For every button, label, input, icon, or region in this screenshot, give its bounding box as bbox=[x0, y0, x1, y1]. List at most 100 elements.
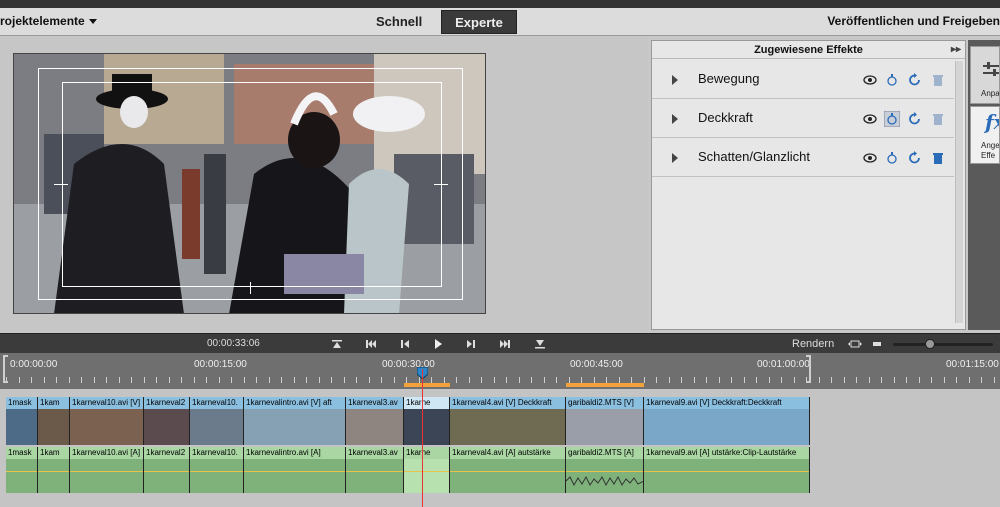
current-timecode[interactable]: 00:00:33:06 bbox=[207, 338, 260, 349]
timeline-zoom-slider[interactable] bbox=[893, 343, 993, 346]
applied-effects-label-line1: Ange bbox=[981, 141, 1000, 150]
previous-edit-icon[interactable] bbox=[364, 337, 378, 351]
eye-icon[interactable] bbox=[862, 111, 878, 127]
work-area-bar[interactable] bbox=[404, 383, 450, 387]
next-edit-icon[interactable] bbox=[498, 337, 512, 351]
effect-row-motion[interactable]: Bewegung bbox=[652, 60, 954, 99]
clip-effect-label[interactable]: autstärke bbox=[518, 448, 551, 457]
work-area-start-bracket[interactable] bbox=[3, 355, 8, 383]
video-clip[interactable]: 1karneval2 bbox=[144, 397, 190, 445]
ruler-tick bbox=[244, 377, 245, 383]
effect-row-shadow-highlight[interactable]: Schatten/Glanzlicht bbox=[652, 138, 954, 177]
audio-clip[interactable]: 1kam bbox=[38, 447, 70, 493]
ruler-tick bbox=[981, 377, 982, 383]
ruler-tick bbox=[319, 377, 320, 383]
delete-trash-icon[interactable] bbox=[930, 72, 946, 88]
eye-icon[interactable] bbox=[862, 150, 878, 166]
zoom-out-icon[interactable] bbox=[870, 337, 884, 351]
publish-share-menu[interactable]: Veröffentlichen und Freigeben bbox=[827, 14, 1000, 28]
audio-clip[interactable]: 1karneval3.av bbox=[346, 447, 404, 493]
ruler-tick bbox=[956, 377, 957, 383]
ruler-tick bbox=[181, 377, 182, 383]
video-clip-selected[interactable]: 1karne bbox=[404, 397, 450, 445]
clip-label: garibaldi2.MTS [V] bbox=[566, 397, 643, 409]
audio-clip[interactable]: 1karneval10.avi [A] bbox=[70, 447, 144, 493]
clip-effect-label[interactable]: Deckkraft bbox=[518, 398, 552, 407]
ruler-label: 00:01:00:00 bbox=[757, 359, 810, 370]
video-preview[interactable] bbox=[13, 53, 486, 314]
expand-triangle-icon[interactable] bbox=[672, 153, 678, 163]
keyframe-stopwatch-icon-active[interactable] bbox=[884, 111, 900, 127]
transform-handle-bottom[interactable] bbox=[250, 282, 251, 294]
audio-track: 1mask 1kam 1karneval10.avi [A] 1karneval… bbox=[0, 447, 810, 493]
applied-effects-title: Zugewiesene Effekte bbox=[754, 44, 863, 56]
audio-clip[interactable]: garibaldi2.MTS [A] bbox=[566, 447, 644, 493]
transform-handle-left[interactable] bbox=[54, 184, 68, 185]
clip-label: 1karneval3.av bbox=[346, 397, 403, 409]
adjust-tool-button[interactable]: Anpas bbox=[970, 46, 1000, 104]
video-clip[interactable]: 1karneval10. bbox=[190, 397, 244, 445]
ruler-tick bbox=[669, 377, 670, 383]
delete-trash-icon[interactable] bbox=[930, 150, 946, 166]
play-icon[interactable] bbox=[431, 337, 445, 351]
step-forward-icon[interactable] bbox=[464, 337, 478, 351]
ruler-tick bbox=[856, 377, 857, 383]
ruler-tick bbox=[644, 377, 645, 383]
expand-triangle-icon[interactable] bbox=[672, 114, 678, 124]
keyframe-stopwatch-icon[interactable] bbox=[884, 72, 900, 88]
time-ruler[interactable]: 0:00:00:00 00:00:15:00 00:00:30:00 00:00… bbox=[0, 353, 1000, 389]
applied-effects-header: Zugewiesene Effekte ▸▸ bbox=[652, 41, 965, 59]
work-area-bar[interactable] bbox=[566, 383, 644, 387]
reset-icon[interactable] bbox=[907, 150, 923, 166]
expand-triangle-icon[interactable] bbox=[672, 75, 678, 85]
video-clip[interactable]: 1mask bbox=[6, 397, 38, 445]
video-clip[interactable]: 1karneval10.avi [V] bbox=[70, 397, 144, 445]
reset-icon[interactable] bbox=[907, 72, 923, 88]
audio-clip[interactable]: 1karneval2 bbox=[144, 447, 190, 493]
go-to-end-icon[interactable] bbox=[533, 337, 547, 351]
work-area-end-bracket[interactable] bbox=[806, 355, 811, 383]
panel-collapse-icon[interactable]: ▸▸ bbox=[951, 41, 961, 59]
clip-effect-label[interactable]: aft bbox=[323, 398, 332, 407]
clip-name: 1karnevalintro.avi [V] bbox=[246, 398, 321, 407]
clip-label: 1karne bbox=[404, 447, 449, 459]
reset-icon[interactable] bbox=[907, 111, 923, 127]
keyframe-stopwatch-icon[interactable] bbox=[884, 150, 900, 166]
playhead-line[interactable] bbox=[422, 369, 423, 507]
panel-tool-strip: Anpas fx Ange Effe bbox=[968, 40, 1000, 330]
clip-effect-label[interactable]: utstärke:Clip-Lautstärke bbox=[712, 448, 796, 457]
audio-clip[interactable]: 1karnevalintro.avi [A] bbox=[244, 447, 346, 493]
go-to-start-icon[interactable] bbox=[330, 337, 344, 351]
effects-scrollbar[interactable] bbox=[955, 61, 963, 323]
video-clip[interactable]: 1karneval9.avi [V] Deckkraft:Deckkraft bbox=[644, 397, 810, 445]
step-back-icon[interactable] bbox=[398, 337, 412, 351]
audio-clip[interactable]: 1karneval4.avi [A] autstärke bbox=[450, 447, 566, 493]
video-clip[interactable]: 1kam bbox=[38, 397, 70, 445]
fit-timeline-icon[interactable] bbox=[848, 337, 862, 351]
transport-bar: 00:00:33:06 Rendern bbox=[0, 333, 1000, 353]
audio-clip[interactable]: 1karneval10. bbox=[190, 447, 244, 493]
ruler-tick bbox=[106, 377, 107, 383]
timeline-zoom-knob[interactable] bbox=[925, 339, 935, 349]
audio-clip[interactable]: 1karneval9.avi [A] utstärke:Clip-Lautstä… bbox=[644, 447, 810, 493]
project-assets-menu[interactable]: rojektelemente bbox=[0, 14, 97, 28]
render-button[interactable]: Rendern bbox=[792, 338, 834, 350]
audio-clip[interactable]: 1mask bbox=[6, 447, 38, 493]
mode-quick-tab[interactable]: Schnell bbox=[364, 10, 434, 34]
ruler-label: 00:00:45:00 bbox=[570, 359, 623, 370]
ruler-tick bbox=[931, 377, 932, 383]
applied-effects-tool-button[interactable]: fx Ange Effe bbox=[970, 106, 1000, 164]
mode-expert-tab[interactable]: Experte bbox=[441, 10, 517, 34]
delete-trash-icon[interactable] bbox=[930, 111, 946, 127]
clip-effect-label[interactable]: Deckkraft:Deckkraft bbox=[712, 398, 782, 407]
video-clip[interactable]: 1karnevalintro.avi [V] aft bbox=[244, 397, 346, 445]
ruler-tick bbox=[494, 377, 495, 383]
eye-icon[interactable] bbox=[862, 72, 878, 88]
audio-clip-selected[interactable]: 1karne bbox=[404, 447, 450, 493]
ruler-tick bbox=[544, 377, 545, 383]
video-clip[interactable]: 1karneval3.av bbox=[346, 397, 404, 445]
effect-row-opacity[interactable]: Deckkraft bbox=[652, 99, 954, 138]
video-clip[interactable]: 1karneval4.avi [V] Deckkraft bbox=[450, 397, 566, 445]
transform-handle-right[interactable] bbox=[434, 184, 448, 185]
video-clip[interactable]: garibaldi2.MTS [V] bbox=[566, 397, 644, 445]
